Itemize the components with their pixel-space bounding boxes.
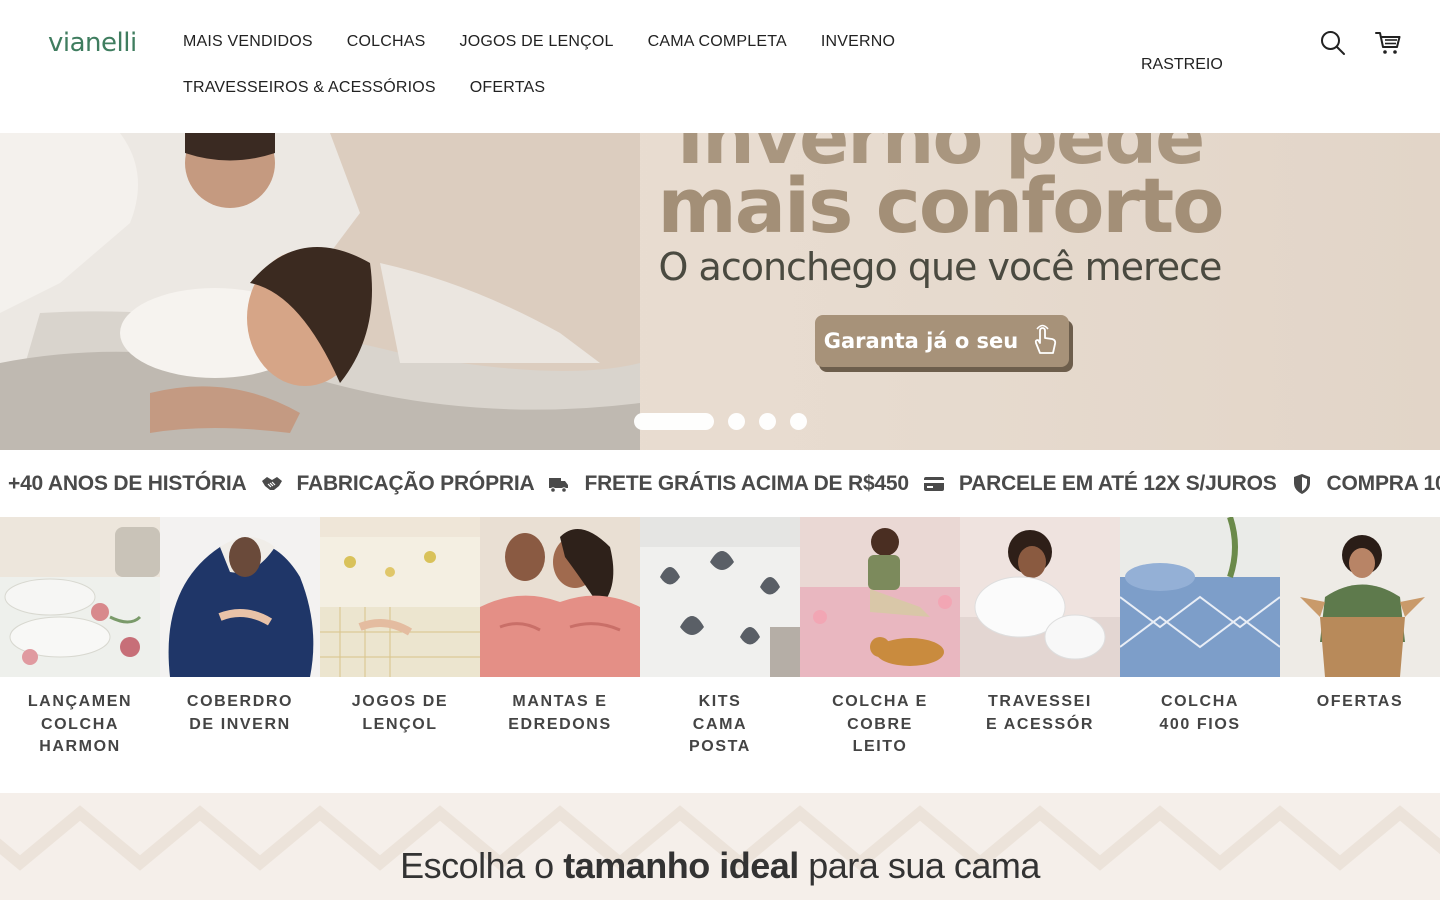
benefit-history: +40 ANOS DE HISTÓRIA <box>8 472 247 496</box>
hero-headline-line2: mais conforto <box>657 161 1225 250</box>
nav-item-cama-completa[interactable]: CAMA COMPLETA <box>648 33 787 51</box>
nav-item-colchas[interactable]: COLCHAS <box>347 33 426 51</box>
handshake-icon <box>261 473 283 495</box>
slider-dot-2[interactable] <box>728 413 745 430</box>
benefits-bar: +40 ANOS DE HISTÓRIA FABRICAÇÃO PRÓPRIA … <box>0 450 1440 517</box>
nav-item-travesseiros[interactable]: TRAVESSEIROS & ACESSÓRIOS <box>183 79 436 97</box>
nav-item-inverno[interactable]: INVERNO <box>821 33 895 51</box>
benefit-label: +40 ANOS DE HISTÓRIA <box>8 472 247 495</box>
size-section: Escolha o tamanho ideal para sua cama <box>0 793 1440 900</box>
shield-icon <box>1291 473 1313 495</box>
category-image <box>640 517 800 677</box>
category-label: KITS CAMA POSTA <box>689 693 751 755</box>
benefit-own-manufacturing: FABRICAÇÃO PRÓPRIA <box>247 472 535 496</box>
pointer-hand-icon <box>1030 323 1060 360</box>
category-label: OFERTAS <box>1316 693 1404 710</box>
benefit-secure-purchase: COMPRA 100% SEGURA <box>1277 472 1440 496</box>
category-label: COLCHA E COBRE LEITO <box>832 693 928 755</box>
category-label: LANÇAMEN COLCHA HARMON <box>27 693 133 755</box>
hero-subtitle: O aconchego que você merece <box>658 245 1223 289</box>
category-label: JOGOS DE LENÇOL <box>351 693 449 733</box>
category-image <box>800 517 960 677</box>
category-image <box>1120 517 1280 677</box>
category-label: COLCHA 400 FIOS <box>1159 693 1241 733</box>
category-lancamento-colcha-harmonia[interactable]: LANÇAMEN COLCHA HARMON <box>0 517 160 793</box>
category-image <box>160 517 320 677</box>
main-nav-row-2: TRAVESSEIROS & ACESSÓRIOS OFERTAS <box>183 79 545 97</box>
category-image <box>1280 517 1440 677</box>
cart-icon[interactable] <box>1374 29 1402 57</box>
slider-dots <box>634 413 807 430</box>
nav-item-mais-vendidos[interactable]: MAIS VENDIDOS <box>183 33 313 51</box>
slider-dot-3[interactable] <box>759 413 776 430</box>
main-nav-row-1: MAIS VENDIDOS COLCHAS JOGOS DE LENÇOL CA… <box>183 33 895 51</box>
brand-logo[interactable]: vianelli <box>48 28 137 58</box>
benefit-label: PARCELE EM ATÉ 12X S/JUROS <box>958 472 1277 495</box>
category-image <box>960 517 1120 677</box>
credit-card-icon <box>923 473 945 495</box>
hero-cta-button[interactable]: Garanta já o seu <box>815 315 1069 367</box>
nav-item-jogos-de-lencol[interactable]: JOGOS DE LENÇOL <box>460 33 614 51</box>
tracking-link[interactable]: RASTREIO <box>1141 56 1223 74</box>
benefit-label: FABRICAÇÃO PRÓPRIA <box>296 472 535 495</box>
category-colcha-cobre-leito[interactable]: COLCHA E COBRE LEITO <box>800 517 960 793</box>
size-section-title: Escolha o tamanho ideal para sua cama <box>400 845 1040 886</box>
hero-photo <box>0 133 640 450</box>
benefit-installments: PARCELE EM ATÉ 12X S/JUROS <box>909 472 1277 496</box>
benefits-track: +40 ANOS DE HISTÓRIA FABRICAÇÃO PRÓPRIA … <box>8 472 1440 496</box>
category-jogos-de-lencol[interactable]: JOGOS DE LENÇOL <box>320 517 480 793</box>
benefit-label: FRETE GRÁTIS ACIMA DE R$450 <box>584 472 909 495</box>
category-ofertas[interactable]: OFERTAS <box>1280 517 1440 793</box>
truck-icon <box>548 473 570 495</box>
category-image <box>0 517 160 677</box>
category-travesseiros-acessorios[interactable]: TRAVESSEI E ACESSÓR <box>960 517 1120 793</box>
nav-item-ofertas[interactable]: OFERTAS <box>470 79 546 97</box>
category-kits-cama-posta[interactable]: KITS CAMA POSTA <box>640 517 800 793</box>
category-image <box>320 517 480 677</box>
category-carousel: LANÇAMEN COLCHA HARMON COBERDRO DE INVERN J… <box>0 517 1440 793</box>
search-icon[interactable] <box>1319 29 1347 57</box>
slider-dot-4[interactable] <box>790 413 807 430</box>
benefit-free-shipping: FRETE GRÁTIS ACIMA DE R$450 <box>534 472 909 496</box>
category-image <box>480 517 640 677</box>
site-header: vianelli MAIS VENDIDOS COLCHAS JOGOS DE … <box>0 0 1440 133</box>
category-label: TRAVESSEI E ACESSÓR <box>985 693 1095 733</box>
category-mantas-edredons[interactable]: MANTAS E EDREDONS <box>480 517 640 793</box>
category-colcha-400-fios[interactable]: COLCHA 400 FIOS <box>1120 517 1280 793</box>
category-label: MANTAS E EDREDONS <box>508 693 612 733</box>
category-label: COBERDRO DE INVERN <box>186 693 294 733</box>
hero-cta-label: Garanta já o seu <box>823 329 1019 353</box>
slider-dot-1[interactable] <box>634 413 714 430</box>
benefit-label: COMPRA 100% SEGURA <box>1326 472 1440 495</box>
category-coberdrom-inverno[interactable]: COBERDRO DE INVERN <box>160 517 320 793</box>
hero-banner[interactable]: Inverno pede mais conforto O aconchego q… <box>0 133 1440 450</box>
